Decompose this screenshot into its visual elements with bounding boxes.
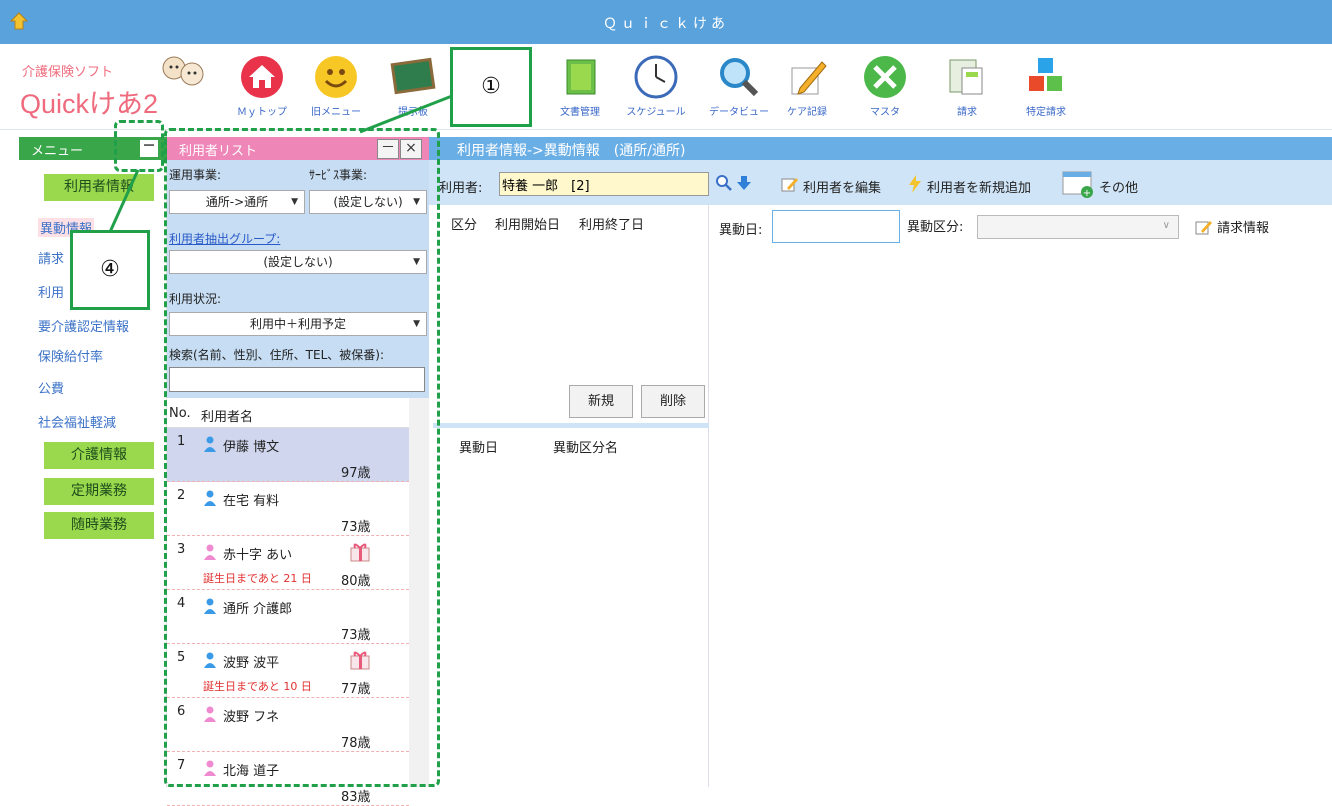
logo: Quickけあ2: [20, 89, 159, 119]
cubes-icon: [1029, 58, 1062, 91]
user-row-age: 83歳: [341, 790, 371, 805]
callout-1: ①: [450, 47, 532, 127]
ribbon-billing-button[interactable]: 請求: [942, 54, 992, 118]
menu-link-usage[interactable]: 利用: [38, 282, 64, 301]
menu-link-benefit-rate[interactable]: 保険給付率: [38, 346, 103, 365]
arrow-down-icon[interactable]: [735, 174, 753, 192]
ribbon-special-billing-button[interactable]: 特定請求: [1018, 54, 1074, 118]
menu-section-periodic[interactable]: 定期業務: [44, 478, 154, 505]
ribbon-dataview-label: データビュー: [709, 107, 769, 118]
lightning-icon: [909, 175, 921, 193]
search-icon[interactable]: [715, 174, 733, 192]
ribbon-carerecord-button[interactable]: ケア記録: [782, 54, 832, 118]
ribbon-board-button[interactable]: 提示板: [388, 54, 438, 118]
column-idou-kubun: 異動区分名: [553, 441, 619, 456]
ribbon-billing-label: 請求: [957, 107, 977, 118]
home-icon: [241, 56, 283, 98]
edit-user-button[interactable]: 利用者を編集: [803, 177, 881, 196]
column-end-date: 利用終了日: [579, 218, 645, 233]
menu-link-billing[interactable]: 請求: [38, 248, 64, 267]
user-field[interactable]: [499, 172, 709, 196]
new-button[interactable]: 新規: [569, 385, 633, 418]
column-kubun: 区分: [451, 218, 478, 233]
menu-minimize-highlight: [114, 120, 164, 172]
user-list-highlight: [164, 128, 440, 787]
menu-section-user[interactable]: 利用者情報: [44, 174, 154, 201]
folder-icon: [566, 59, 596, 95]
idou-kubun-label: 異動区分:: [907, 220, 964, 235]
delete-button[interactable]: 削除: [641, 385, 705, 418]
callout-4: ④: [70, 230, 150, 310]
ribbon-special-billing-label: 特定請求: [1026, 107, 1066, 118]
calculator-icon: [949, 59, 983, 95]
ribbon-master-button[interactable]: マスタ: [860, 54, 910, 118]
idou-kubun-select[interactable]: ∨: [977, 215, 1179, 239]
idou-date-input[interactable]: [772, 210, 900, 243]
main-title: 利用者情報->異動情報 (通所/通所): [457, 143, 686, 159]
menu-link-welfare-reduction[interactable]: 社会福祉軽減: [38, 412, 116, 431]
edit-icon: [781, 178, 798, 192]
logo-subtitle: 介護保険ソフト: [22, 65, 114, 80]
user-label: 利用者:: [439, 181, 483, 196]
magnifier-icon: [720, 58, 759, 97]
menu-section-care[interactable]: 介護情報: [44, 442, 154, 469]
column-start-date: 利用開始日: [495, 218, 561, 233]
menu-section-adhoc[interactable]: 随時業務: [44, 512, 154, 539]
splitter[interactable]: [433, 423, 713, 428]
ribbon-board-label: 提示板: [398, 107, 428, 118]
board-icon: [390, 57, 436, 95]
add-user-button[interactable]: 利用者を新規追加: [927, 177, 1031, 196]
ribbon-documents-button[interactable]: 文書管理: [550, 54, 610, 118]
other-button[interactable]: その他: [1099, 177, 1138, 196]
ribbon-dataview-button[interactable]: データビュー: [704, 54, 774, 118]
menu-link-care-level[interactable]: 要介護認定情報: [38, 316, 129, 335]
ribbon-schedule-button[interactable]: スケジュール: [618, 54, 694, 118]
menu-link-public-expense[interactable]: 公費: [38, 378, 64, 397]
period-pane: 区分 利用開始日 利用終了日 新規 削除 異動日 異動区分名: [429, 205, 713, 787]
ribbon-schedule-label: スケジュール: [626, 107, 686, 118]
clock-icon: [634, 55, 678, 99]
svg-text:+: +: [1083, 188, 1091, 198]
billing-info-button[interactable]: 請求情報: [1217, 217, 1269, 236]
ribbon-master-label: マスタ: [870, 107, 900, 118]
menu-title: メニュー: [31, 144, 84, 159]
pen-icon: [791, 61, 827, 95]
other-icon: +: [1062, 171, 1093, 198]
smiley-icon: [315, 56, 357, 98]
tools-icon: [864, 56, 906, 98]
chevron-down-icon: ∨: [1162, 220, 1170, 231]
logo-babies-icon: [162, 56, 204, 86]
main-toolbar: 利用者: 利用者を編集 利用者を新規追加 + その他: [429, 160, 1332, 205]
ribbon-oldmenu-label: 旧メニュー: [311, 107, 361, 118]
ribbon-documents-label: 文書管理: [560, 107, 600, 118]
ribbon-mytop-label: Ｍｙトップ: [237, 107, 287, 118]
main-header: 利用者情報->異動情報 (通所/通所): [429, 137, 1332, 160]
billing-info-icon: [1195, 221, 1212, 235]
idou-date-label: 異動日:: [719, 223, 763, 238]
ribbon-oldmenu-button[interactable]: 旧メニュー: [306, 54, 366, 118]
title-bar: Ｑｕｉｃｋけあ: [0, 0, 1332, 44]
ribbon-mytop-button[interactable]: Ｍｙトップ: [232, 54, 292, 118]
detail-pane: 異動日: 異動区分: ∨ 請求情報: [709, 205, 1332, 787]
column-idou-date: 異動日: [459, 441, 499, 456]
window-title: Ｑｕｉｃｋけあ: [603, 16, 729, 32]
ribbon-carerecord-label: ケア記録: [787, 107, 827, 118]
